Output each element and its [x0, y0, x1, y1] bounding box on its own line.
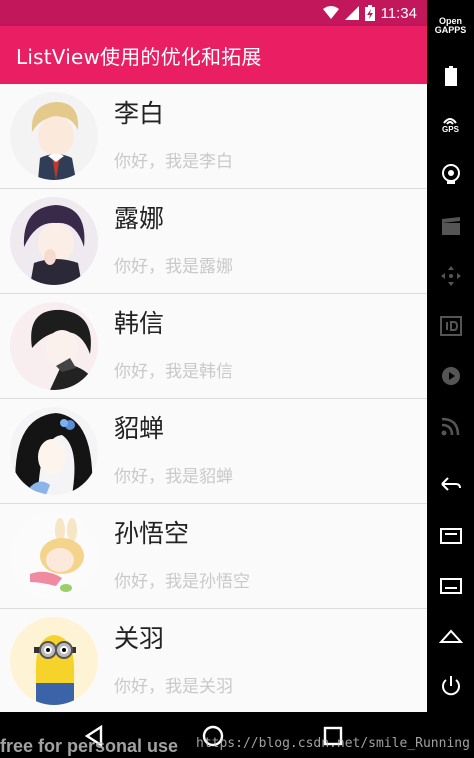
item-greeting: 你好，我是关羽: [114, 677, 233, 697]
screencast-button[interactable]: [427, 206, 474, 246]
side-recent-button[interactable]: [427, 516, 474, 556]
item-greeting: 你好，我是貂蝉: [114, 467, 233, 487]
avatar-guanyu: [10, 617, 98, 705]
item-name: 貂蝉: [114, 414, 165, 443]
item-name: 孙悟空: [114, 519, 190, 548]
contact-list: 李白 你好，我是李白 露娜 你好，我是露娜 韩信 你好，我是韩信 貂蝉 你好，我…: [0, 84, 427, 712]
list-item[interactable]: 关羽 你好，我是关羽: [0, 609, 427, 712]
battery-charging-icon: [364, 5, 375, 21]
battery-button[interactable]: [427, 56, 474, 96]
side-menu-button[interactable]: [427, 566, 474, 606]
media-disc-icon: [441, 367, 460, 385]
item-greeting: 你好，我是孙悟空: [114, 572, 250, 592]
media-button[interactable]: [427, 356, 474, 396]
emulator-side-panel: Open GAPPS GPS: [427, 0, 474, 758]
list-item[interactable]: 孙悟空 你好，我是孙悟空: [0, 504, 427, 609]
app-bar: ListView使用的优化和拓展: [0, 26, 427, 84]
opengapps-label-line2: GAPPS: [434, 25, 467, 35]
opengapps-button[interactable]: Open GAPPS: [427, 6, 474, 46]
network-button[interactable]: [427, 406, 474, 446]
watermark-font-credit: free for personal use: [0, 736, 179, 756]
side-home-button[interactable]: [427, 616, 474, 656]
camera-button[interactable]: [427, 154, 474, 194]
identifiers-button[interactable]: [427, 306, 474, 346]
clapperboard-icon: [441, 217, 460, 235]
item-greeting: 你好，我是露娜: [114, 257, 233, 277]
item-name: 韩信: [114, 309, 165, 338]
dpad-icon: [440, 266, 461, 286]
avatar-diaochan: [10, 407, 98, 495]
rss-icon: [441, 417, 459, 436]
page-title: ListView使用的优化和拓展: [16, 45, 262, 69]
power-button[interactable]: [427, 666, 474, 706]
item-greeting: 你好，我是韩信: [114, 362, 233, 382]
avatar-hanxin: [10, 302, 98, 390]
side-back-button[interactable]: [427, 464, 474, 504]
item-name: 关羽: [114, 624, 165, 653]
gps-label: GPS: [442, 124, 459, 134]
status-bar: 11:34: [0, 0, 427, 26]
menu-icon: [439, 578, 462, 594]
item-greeting: 你好，我是李白: [114, 152, 233, 172]
item-name: 李白: [114, 99, 165, 128]
status-time: 11:34: [380, 4, 417, 22]
list-item[interactable]: 李白 你好，我是李白: [0, 84, 427, 189]
list-item[interactable]: 韩信 你好，我是韩信: [0, 294, 427, 399]
avatar-luna: [10, 197, 98, 285]
signal-icon: [344, 6, 359, 20]
dpad-button[interactable]: [427, 256, 474, 296]
wifi-icon: [322, 6, 339, 19]
id-icon: [439, 316, 462, 336]
list-item[interactable]: 露娜 你好，我是露娜: [0, 189, 427, 294]
webcam-icon: [441, 164, 460, 184]
gps-button[interactable]: GPS: [427, 104, 474, 144]
home-icon: [438, 629, 463, 643]
battery-icon: [444, 66, 457, 86]
watermark-blog-url: https://blog.csdn.net/smile_Running: [196, 736, 470, 751]
item-name: 露娜: [114, 204, 165, 233]
recent-apps-icon: [439, 528, 462, 544]
list-item[interactable]: 貂蝉 你好，我是貂蝉: [0, 399, 427, 504]
avatar-sunwukong: [10, 512, 98, 600]
avatar-libai: [10, 92, 98, 180]
gps-signal-icon: [443, 117, 457, 125]
power-icon: [441, 676, 460, 696]
back-arrow-icon: [440, 477, 461, 491]
